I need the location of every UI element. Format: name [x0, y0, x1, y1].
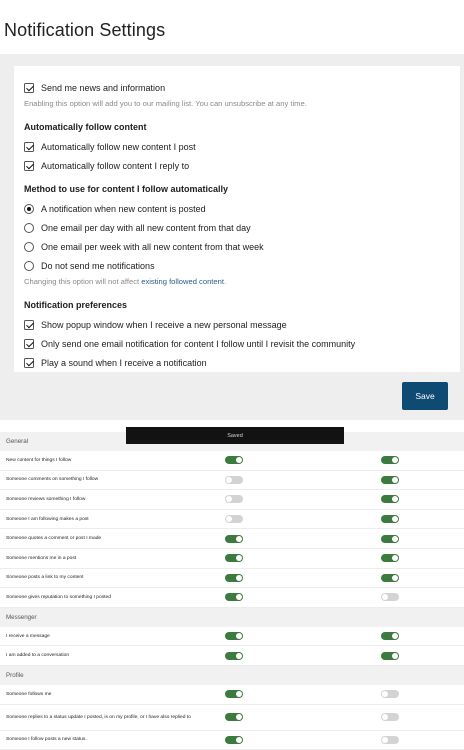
- method-option-weekly[interactable]: One email per week with all new content …: [24, 237, 450, 256]
- auto-follow-reply-row[interactable]: Automatically follow content I reply to: [24, 156, 450, 175]
- news-label: Send me news and information: [41, 82, 166, 93]
- notification-row: Someone comments on something I follow: [0, 471, 464, 491]
- notification-row: I am added to a conversation: [0, 646, 464, 666]
- notification-label: Someone I follow posts a new status.: [6, 737, 87, 743]
- notification-types-list: General New content for things I follow So…: [0, 432, 464, 750]
- pref-popup-label: Show popup window when I receive a new p…: [41, 319, 287, 330]
- settings-panel: Send me news and information Enabling th…: [14, 66, 460, 372]
- auto-follow-post-label: Automatically follow new content I post: [41, 141, 196, 152]
- settings-area: Send me news and information Enabling th…: [0, 54, 464, 420]
- notification-row: Someone gives reputation to something I …: [0, 588, 464, 608]
- pref-one-email-checkbox[interactable]: [24, 338, 34, 349]
- pref-popup-checkbox[interactable]: [24, 319, 34, 330]
- notification-label: Someone follows me: [6, 691, 52, 697]
- pref-sound-label: Play a sound when I receive a notificati…: [41, 357, 207, 368]
- method-radio-weekly[interactable]: [24, 241, 34, 252]
- notification-toggle-column-2[interactable]: [381, 554, 399, 563]
- auto-follow-post-row[interactable]: Automatically follow new content I post: [24, 137, 450, 156]
- method-label-weekly: One email per week with all new content …: [41, 241, 264, 252]
- notification-label: Someone I am following makes a post: [6, 516, 89, 522]
- notification-label: Someone reviews something I follow: [6, 496, 86, 502]
- notification-label: New content for things I follow: [6, 457, 72, 463]
- notification-toggle-column-1[interactable]: [225, 593, 243, 602]
- notification-toggle-column-1[interactable]: [225, 713, 243, 722]
- notification-toggle-column-1[interactable]: [225, 515, 243, 524]
- notification-toggle-column-2[interactable]: [381, 515, 399, 524]
- notification-row: Someone replies to a status update I pos…: [0, 705, 464, 731]
- method-label-none: Do not send me notifications: [41, 260, 155, 271]
- notification-toggle-column-1[interactable]: [225, 456, 243, 465]
- method-help-suffix: .: [223, 277, 227, 286]
- notification-toggle-column-2[interactable]: [381, 593, 399, 602]
- notification-toggle-column-2[interactable]: [381, 690, 399, 699]
- notification-toggle-column-1[interactable]: [225, 690, 243, 699]
- notification-label: Someone gives reputation to something I …: [6, 594, 111, 600]
- method-label-notification: A notification when new content is poste…: [41, 203, 206, 214]
- method-option-notification[interactable]: A notification when new content is poste…: [24, 199, 450, 218]
- pref-sound-row[interactable]: Play a sound when I receive a notificati…: [24, 353, 450, 372]
- notification-toggle-column-1[interactable]: [225, 495, 243, 504]
- section-header-profile: Profile: [0, 665, 464, 685]
- notification-toggle-column-2[interactable]: [381, 651, 399, 660]
- notification-row: Someone quotes a comment or post I made: [0, 529, 464, 549]
- notification-row: New content for things I follow: [0, 451, 464, 471]
- method-option-none[interactable]: Do not send me notifications: [24, 256, 450, 275]
- notification-toggle-column-2[interactable]: [381, 713, 399, 722]
- notification-row: Someone reviews something I follow: [0, 490, 464, 510]
- notification-row: Someone I follow posts a new status.: [0, 731, 464, 750]
- notification-label: Someone quotes a comment or post I made: [6, 536, 102, 542]
- method-label-daily: One email per day with all new content f…: [41, 222, 251, 233]
- notification-label: I receive a message: [6, 633, 50, 639]
- notification-label: Someone replies to a status update I pos…: [6, 714, 191, 720]
- method-radio-notification[interactable]: [24, 203, 34, 214]
- auto-follow-post-checkbox[interactable]: [24, 141, 34, 152]
- save-button[interactable]: Save: [402, 382, 448, 410]
- notification-row: Someone mentions me in a post: [0, 549, 464, 569]
- notification-label: Someone posts a link to my content: [6, 575, 84, 581]
- method-help-prefix: Changing this option will not affect: [24, 277, 142, 286]
- notification-toggle-column-2[interactable]: [381, 456, 399, 465]
- notification-toggle-column-2[interactable]: [381, 573, 399, 582]
- notification-toggle-column-2[interactable]: [381, 534, 399, 543]
- pref-one-email-label: Only send one email notification for con…: [41, 338, 356, 349]
- method-option-daily[interactable]: One email per day with all new content f…: [24, 218, 450, 237]
- page-title: Notification Settings: [4, 20, 166, 40]
- notification-toggle-column-1[interactable]: [225, 651, 243, 660]
- method-help-text: Changing this option will not affect exi…: [24, 275, 450, 291]
- method-radio-daily[interactable]: [24, 222, 34, 233]
- news-help-text: Enabling this option will add you to our…: [24, 99, 307, 108]
- notification-toggle-column-1[interactable]: [225, 534, 243, 543]
- pref-one-email-row[interactable]: Only send one email notification for con…: [24, 334, 450, 353]
- method-title: Method to use for content I follow autom…: [24, 184, 229, 194]
- notification-toggle-column-1[interactable]: [225, 554, 243, 563]
- news-checkbox-row[interactable]: Send me news and information: [24, 78, 450, 97]
- notification-toggle-column-1[interactable]: [225, 573, 243, 582]
- method-radio-none[interactable]: [24, 260, 34, 271]
- news-checkbox[interactable]: [24, 82, 34, 93]
- section-header-messenger: Messenger: [0, 607, 464, 627]
- pref-popup-row[interactable]: Show popup window when I receive a new p…: [24, 315, 450, 334]
- notification-toggle-column-1[interactable]: [225, 735, 243, 744]
- notification-label: Someone comments on something I follow: [6, 477, 99, 483]
- notification-toggle-column-2[interactable]: [381, 475, 399, 484]
- preferences-title: Notification preferences: [24, 300, 128, 310]
- auto-follow-reply-checkbox[interactable]: [24, 160, 34, 171]
- notification-toggle-column-1[interactable]: [225, 632, 243, 641]
- notification-toggle-column-2[interactable]: [381, 495, 399, 504]
- notification-row: Someone follows me: [0, 685, 464, 705]
- auto-follow-reply-label: Automatically follow content I reply to: [41, 160, 190, 171]
- notification-row: Someone posts a link to my content: [0, 569, 464, 589]
- saved-toast: Saved: [126, 427, 344, 444]
- auto-follow-title: Automatically follow content: [24, 122, 147, 132]
- notification-toggle-column-2[interactable]: [381, 632, 399, 641]
- notification-label: Someone mentions me in a post: [6, 555, 77, 561]
- notification-row: Someone I am following makes a post: [0, 510, 464, 530]
- notification-row: I receive a message: [0, 627, 464, 647]
- notification-label: I am added to a conversation: [6, 653, 70, 659]
- pref-sound-checkbox[interactable]: [24, 357, 34, 368]
- notification-toggle-column-2[interactable]: [381, 735, 399, 744]
- existing-followed-content-link[interactable]: existing followed content: [141, 277, 224, 286]
- notification-toggle-column-1[interactable]: [225, 475, 243, 484]
